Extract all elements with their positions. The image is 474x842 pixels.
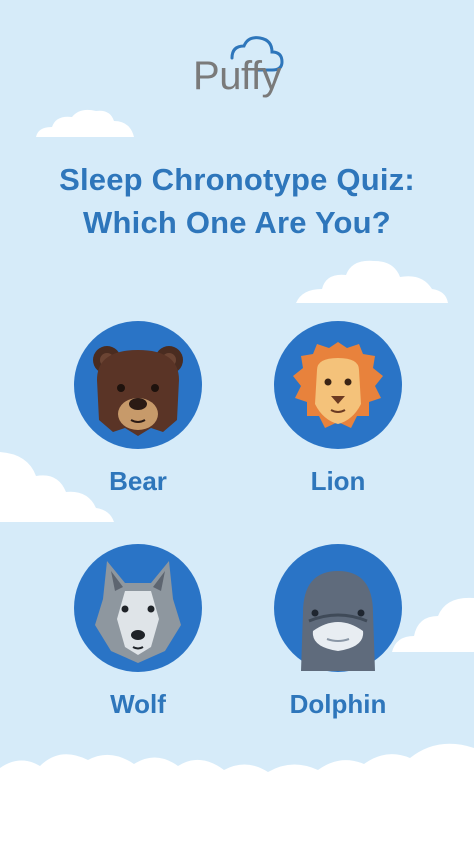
wolf-icon — [74, 544, 202, 672]
chronotype-dolphin[interactable]: Dolphin — [268, 543, 408, 719]
page: Puffy Sleep Chronotype Quiz: Which One A… — [0, 0, 474, 842]
title-line-2: Which One Are You? — [83, 205, 391, 240]
lion-icon — [274, 321, 402, 449]
cloud-decoration — [296, 260, 448, 303]
chronotype-lion[interactable]: Lion — [268, 320, 408, 496]
dolphin-icon — [274, 544, 402, 672]
cloud-decoration — [0, 743, 474, 842]
cloud-decoration — [36, 109, 134, 137]
title-line-1: Sleep Chronotype Quiz: — [59, 162, 415, 197]
bear-icon — [74, 321, 202, 449]
brand-logo: Puffy — [193, 54, 281, 98]
chronotype-wolf[interactable]: Wolf — [68, 543, 208, 719]
page-title: Sleep Chronotype Quiz: Which One Are You… — [0, 158, 474, 244]
chronotype-label: Lion — [310, 466, 366, 496]
chronotype-bear[interactable]: Bear — [68, 320, 208, 496]
chronotype-label: Bear — [109, 466, 167, 496]
chronotype-label: Dolphin — [289, 689, 387, 719]
chronotype-label: Wolf — [110, 689, 166, 719]
